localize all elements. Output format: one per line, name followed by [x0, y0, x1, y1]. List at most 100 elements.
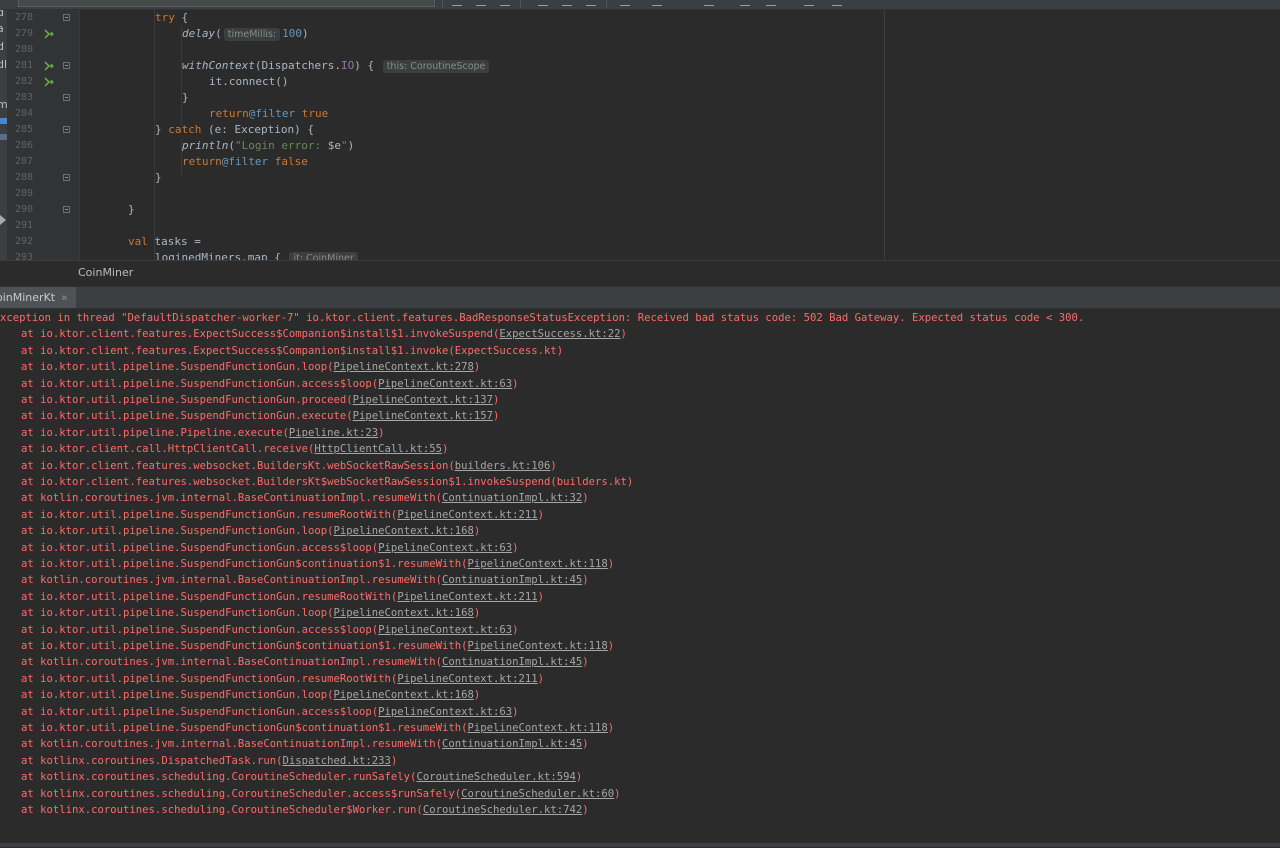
source-link[interactable]: PipelineContext.kt:118 [467, 640, 607, 652]
toolbar-action-icon[interactable] [500, 0, 510, 6]
toolbar-action-icon[interactable] [538, 0, 548, 6]
stack-frame: at io.ktor.util.pipeline.SuspendFunction… [21, 408, 499, 424]
line-number: 291 [14, 220, 33, 231]
toolbar-separator [442, 0, 443, 8]
tool-window-letter[interactable]: d [0, 10, 4, 19]
source-link[interactable]: ExpectSuccess.kt:22 [499, 328, 620, 340]
close-paren: ) [620, 328, 627, 341]
line-number: 284 [14, 108, 33, 119]
source-link[interactable]: Pipeline.kt:23 [289, 427, 378, 439]
stack-frame: at io.ktor.util.pipeline.SuspendFunction… [21, 720, 614, 736]
selection-marker [0, 118, 7, 124]
source-link[interactable]: ContinuationImpl.kt:45 [442, 738, 582, 750]
source-link[interactable]: builders.kt:106 [455, 460, 551, 472]
toolbar-action-icon[interactable] [452, 0, 462, 6]
toolbar-action-icon[interactable] [620, 0, 630, 6]
source-link[interactable]: ContinuationImpl.kt:45 [442, 656, 582, 668]
breadcrumb-item[interactable]: CoinMiner [78, 266, 133, 279]
toolbar-action-icon[interactable] [562, 0, 572, 6]
stack-frame: at io.ktor.util.pipeline.SuspendFunction… [21, 589, 544, 605]
close-paren: ) [537, 590, 545, 603]
fold-toggle-icon[interactable] [63, 62, 70, 69]
fold-toggle-icon[interactable] [63, 206, 70, 213]
stack-frame: at io.ktor.util.pipeline.SuspendFunction… [21, 556, 614, 572]
source-link[interactable]: HttpClientCall.kt:55 [314, 443, 442, 455]
stack-frame-method: at io.ktor.util.pipeline.SuspendFunction… [21, 689, 334, 702]
search-field[interactable] [18, 0, 435, 7]
source-link[interactable]: PipelineContext.kt:118 [467, 722, 607, 734]
tool-window-letter[interactable]: a [0, 22, 4, 35]
line-number: 286 [14, 140, 33, 151]
source-link[interactable]: PipelineContext.kt:63 [378, 706, 512, 718]
source-link[interactable]: CoroutineScheduler.kt:594 [416, 771, 575, 783]
stack-frame: at io.ktor.util.pipeline.SuspendFunction… [21, 359, 480, 375]
line-number: 281 [14, 60, 33, 71]
source-link[interactable]: PipelineContext.kt:63 [378, 378, 512, 390]
stack-frame: at io.ktor.client.call.HttpClientCall.re… [21, 441, 448, 457]
stack-frame-method: at io.ktor.util.pipeline.SuspendFunction… [21, 508, 398, 521]
code-line-281: withContext(Dispatchers.IO) { this: Coro… [182, 58, 491, 74]
expand-arrow-icon[interactable] [0, 215, 6, 225]
toolbar-action-icon[interactable] [476, 0, 486, 6]
fold-toggle-icon[interactable] [63, 14, 70, 21]
stack-frame: at io.ktor.util.pipeline.SuspendFunction… [21, 507, 544, 523]
stack-frame: at io.ktor.util.pipeline.SuspendFunction… [21, 622, 519, 638]
close-paren: ) [582, 574, 589, 587]
source-link[interactable]: PipelineContext.kt:118 [467, 558, 607, 570]
console-output[interactable]: xception in thread "DefaultDispatcher-wo… [0, 310, 1280, 840]
source-link[interactable]: Dispatched.kt:233 [283, 755, 391, 767]
line-number: 292 [14, 236, 33, 247]
source-link[interactable]: PipelineContext.kt:168 [334, 689, 474, 701]
main-toolbar [0, 0, 1280, 10]
close-paren: ) [473, 689, 481, 702]
stack-frame-method: at kotlin.coroutines.jvm.internal.BaseCo… [21, 656, 442, 669]
toolbar-action-icon[interactable] [804, 0, 814, 6]
toolbar-action-icon[interactable] [740, 0, 750, 6]
close-paren: ) [492, 394, 500, 406]
close-paren: ) [512, 623, 519, 636]
source-link[interactable]: CoroutineScheduler.kt:742 [423, 804, 582, 816]
stack-frame-method: at io.ktor.client.features.websocket.Bui… [21, 476, 557, 488]
tool-window-letter[interactable]: d [0, 40, 4, 53]
toolbar-action-icon[interactable] [832, 0, 842, 6]
code-line-285: } catch (e: Exception) { [155, 123, 314, 136]
tool-window-letter[interactable]: dl [0, 58, 7, 71]
source-link[interactable]: PipelineContext.kt:157 [353, 410, 493, 422]
code-area[interactable]: try { delay(timeMillis: 100) withContext(… [80, 10, 884, 260]
source-link[interactable]: PipelineContext.kt:168 [334, 607, 474, 619]
code-line-278: try { [155, 11, 189, 24]
source-link[interactable]: PipelineContext.kt:63 [378, 542, 512, 554]
source-link[interactable]: PipelineContext.kt:211 [397, 509, 537, 521]
source-link[interactable]: PipelineContext.kt:211 [397, 591, 537, 603]
source-link[interactable]: CoroutineScheduler.kt:60 [461, 788, 614, 800]
fold-toggle-icon[interactable] [63, 94, 70, 101]
fold-toggle-icon[interactable] [63, 126, 70, 133]
receiver-hint: this: CoroutineScope [382, 60, 490, 73]
close-icon[interactable]: × [61, 291, 68, 304]
source-link[interactable]: PipelineContext.kt:63 [378, 624, 512, 636]
close-paren: ) [512, 541, 519, 554]
tool-window-letter[interactable]: m [0, 98, 7, 111]
code-editor[interactable]: 278 279 280 281 282 283 284 285 286 287 288 289 290 2… [7, 10, 1280, 260]
close-paren: ) [614, 787, 621, 800]
source-link[interactable]: PipelineContext.kt:168 [334, 525, 474, 537]
line-number: 288 [14, 172, 33, 183]
stack-frame-method: at io.ktor.util.pipeline.SuspendFunction… [21, 541, 379, 554]
stack-frame: at kotlin.coroutines.jvm.internal.BaseCo… [21, 654, 589, 670]
stack-frame-method: at io.ktor.util.pipeline.SuspendFunction… [21, 377, 379, 390]
toolbar-action-icon[interactable] [766, 0, 776, 6]
run-tab[interactable]: oinMinerKt × [0, 287, 76, 308]
toolbar-action-icon[interactable] [586, 0, 596, 6]
line-number: 282 [14, 76, 33, 87]
source-link[interactable]: PipelineContext.kt:278 [334, 361, 474, 373]
source-link[interactable]: PipelineContext.kt:137 [353, 394, 493, 406]
source-link[interactable]: ContinuationImpl.kt:32 [442, 492, 582, 504]
close-paren: ) [537, 672, 545, 685]
fold-toggle-icon[interactable] [63, 174, 70, 181]
source-link[interactable]: ContinuationImpl.kt:45 [442, 574, 582, 586]
close-paren: ) [512, 377, 519, 390]
close-paren: ) [582, 738, 589, 751]
toolbar-action-icon[interactable] [652, 0, 662, 6]
source-link[interactable]: PipelineContext.kt:211 [397, 673, 537, 685]
toolbar-action-icon[interactable] [704, 0, 714, 6]
